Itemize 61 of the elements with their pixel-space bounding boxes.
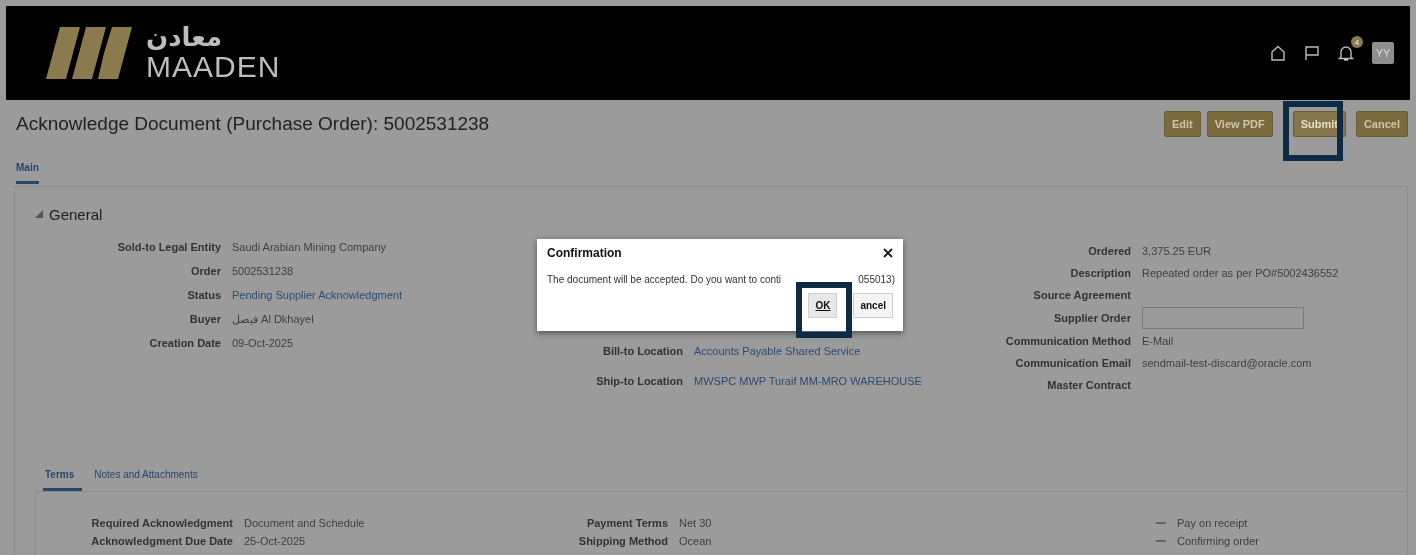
dialog-button[interactable]: ancel bbox=[853, 293, 893, 318]
user-avatar[interactable]: YY bbox=[1372, 42, 1394, 64]
dialog-message: 055013) bbox=[858, 274, 895, 285]
field-value: Repeated order as per PO#5002436552 bbox=[1142, 267, 1339, 279]
dialog-button[interactable]: OK bbox=[808, 293, 838, 318]
field-label: Sold-to Legal Entity bbox=[116, 241, 221, 253]
action-button[interactable]: View PDF bbox=[1206, 111, 1273, 137]
field-value: Saudi Arabian Mining Company bbox=[232, 241, 387, 253]
field-value: Ocean bbox=[679, 535, 712, 547]
field-label: Acknowledgment Due Date bbox=[90, 535, 233, 547]
dialog-title: Confirmation bbox=[547, 246, 622, 260]
field-label: Bill-to Location bbox=[601, 345, 683, 357]
field-label: Ship-to Location bbox=[595, 375, 683, 387]
checkbox-label: Pay on receipt bbox=[1177, 517, 1248, 529]
section-title: General bbox=[49, 205, 103, 223]
notification-badge: 4 bbox=[1351, 36, 1363, 48]
field-value: فيصل Al Dkhayel bbox=[232, 312, 314, 326]
field-label: Communication Method bbox=[1004, 335, 1131, 347]
tab[interactable]: Terms bbox=[43, 465, 83, 491]
field-value: Document and Schedule bbox=[244, 517, 365, 529]
field-value: sendmail-test-discard@oracle.com bbox=[1142, 357, 1312, 369]
field-value: Net 30 bbox=[679, 517, 712, 529]
logo-text: MAADEN bbox=[146, 52, 281, 82]
logo-arabic-text: معادن bbox=[146, 24, 224, 50]
field-value: 5002531238 bbox=[232, 265, 294, 277]
field-value: 09-Oct-2025 bbox=[232, 337, 294, 349]
home-icon[interactable] bbox=[1270, 45, 1286, 61]
collapse-triangle-icon[interactable] bbox=[35, 210, 43, 218]
field-link[interactable]: Accounts Payable Shared Service bbox=[694, 345, 861, 357]
close-icon[interactable] bbox=[883, 248, 893, 258]
input-field[interactable] bbox=[1142, 307, 1304, 329]
dialog-message: The document will be accepted. Do you want to conti bbox=[547, 274, 782, 285]
checkbox-label: Confirming order bbox=[1177, 535, 1259, 547]
highlight-frame bbox=[796, 282, 853, 338]
tab[interactable]: Main bbox=[16, 158, 39, 184]
field-label: Supplier Order bbox=[1052, 312, 1131, 324]
field-label: Status bbox=[186, 289, 221, 301]
field-label: Ordered bbox=[1087, 245, 1131, 257]
action-button[interactable]: Cancel bbox=[1355, 111, 1408, 137]
field-value: E-Mail bbox=[1142, 335, 1174, 347]
field-label: Source Agreement bbox=[1032, 289, 1131, 301]
tab[interactable]: Notes and Attachments bbox=[92, 465, 200, 491]
highlight-frame bbox=[1282, 101, 1343, 161]
field-label: Required Acknowledgment bbox=[90, 517, 233, 529]
field-label: Payment Terms bbox=[585, 517, 668, 529]
page-title: Acknowledge Document (Purchase Order): 5002531238 bbox=[16, 113, 490, 135]
field-label: Shipping Method bbox=[577, 535, 668, 547]
action-button[interactable]: Edit bbox=[1163, 111, 1201, 137]
field-label: Communication Email bbox=[1014, 357, 1131, 369]
field-value: 25-Oct-2025 bbox=[244, 535, 306, 547]
field-link[interactable]: Pending Supplier Acknowledgment bbox=[232, 289, 402, 301]
field-label: Master Contract bbox=[1046, 379, 1131, 391]
field-label: Creation Date bbox=[148, 337, 221, 349]
field-label: Buyer bbox=[188, 313, 221, 325]
flag-icon[interactable] bbox=[1304, 45, 1320, 61]
logo-emblem-icon bbox=[46, 27, 132, 79]
bell-icon[interactable] bbox=[1338, 44, 1354, 62]
field-value: 3,375.25 EUR bbox=[1142, 245, 1212, 257]
field-label: Order bbox=[190, 265, 221, 277]
field-link[interactable]: MWSPC MWP Turaif MM-MRO WAREHOUSE bbox=[694, 375, 922, 387]
field-label: Description bbox=[1069, 267, 1131, 279]
